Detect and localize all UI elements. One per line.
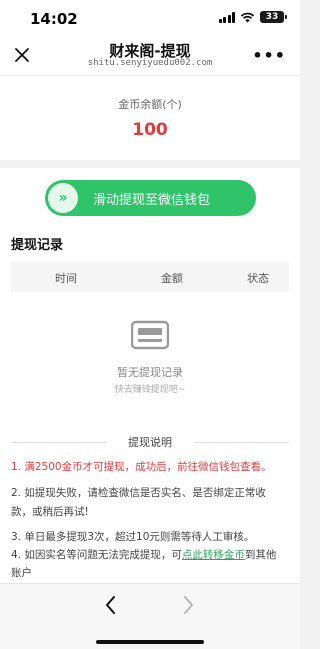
empty-records-text: 暂无提现记录: [117, 366, 183, 379]
rule-4: 4. 如因实名等问题无法完成提现，可点此转移金币到其他: [11, 546, 291, 565]
home-indicator: [96, 640, 204, 644]
nav-bar: 财来阁-提现 shitu.senyiyuedu002.com •••: [0, 36, 300, 76]
records-table-header: 时间 金额 状态: [11, 262, 289, 292]
signal-icon: [218, 11, 235, 23]
rule-4-suffix: 到其他: [244, 549, 277, 561]
rule-3: 3. 单日最多提现3次，超过10元则需等待人工审核。: [11, 531, 255, 543]
browser-bottom-bar: [0, 583, 300, 649]
more-menu-icon[interactable]: •••: [252, 46, 286, 65]
rule-4-prefix: 4. 如因实名等问题无法完成提现，可: [11, 549, 182, 561]
rule-2-line-2: 款，或稍后再试!: [11, 506, 89, 518]
column-amount: 金额: [161, 272, 183, 285]
rule-4-line-2: 账户: [11, 567, 32, 579]
empty-records-icon: [131, 320, 169, 350]
slider-label: 滑动提现至微信钱包: [93, 193, 211, 208]
withdraw-instructions: 提现说明 1. 满2500金币才可提现，成功后，前往微信钱包查看。 2. 如提现…: [0, 424, 300, 583]
balance-card: 金币余额(个) 100: [0, 76, 300, 160]
withdraw-slider[interactable]: » 滑动提现至微信钱包: [45, 180, 256, 216]
balance-label: 金币余额(个): [118, 98, 182, 111]
column-time: 时间: [55, 272, 77, 285]
slider-handle[interactable]: »: [48, 183, 78, 213]
back-arrow-icon[interactable]: [101, 594, 121, 616]
empty-records-subtext: 快去赚钱提现吧~: [114, 385, 186, 395]
records-title: 提现记录: [11, 238, 64, 253]
rule-2-line-1: 2. 如提现失败，请检查微信是否实名、是否绑定正常收: [11, 487, 266, 499]
status-icons: 33: [218, 11, 287, 23]
withdraw-records: 提现记录 时间 金额 状态 暂无提现记录 快去赚钱提现吧~: [0, 226, 300, 424]
instructions-header: 提现说明: [11, 434, 289, 450]
withdraw-slider-section: » 滑动提现至微信钱包: [0, 168, 300, 226]
rule-1: 1. 满2500金币才可提现，成功后，前往微信钱包查看。: [11, 461, 272, 473]
wifi-icon: [240, 12, 255, 22]
battery-icon: 33: [260, 11, 287, 23]
column-status: 状态: [247, 272, 269, 285]
status-time: 14:02: [30, 10, 78, 28]
transfer-coins-link[interactable]: 点此转移金币: [182, 549, 245, 561]
status-bar: 14:02 33: [0, 0, 300, 36]
divider: [194, 442, 289, 443]
balance-value: 100: [132, 120, 168, 140]
forward-arrow-icon[interactable]: [178, 594, 198, 616]
